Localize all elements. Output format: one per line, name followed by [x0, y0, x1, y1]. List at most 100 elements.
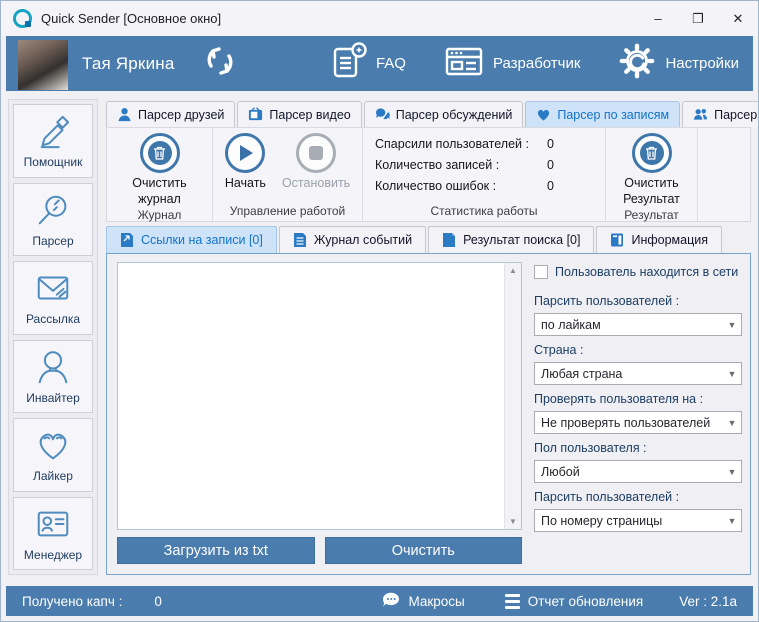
- tab-parser-posts[interactable]: Парсер по записям: [525, 101, 680, 127]
- developer-label: Разработчик: [493, 55, 580, 72]
- minimize-button[interactable]: –: [638, 1, 678, 36]
- tab-label: Парсер по записям: [557, 108, 669, 122]
- title-bar: Quick Sender [Основное окно] – ❐ ✕: [1, 1, 758, 36]
- ribbon-spacer: [698, 128, 750, 221]
- vertical-scrollbar[interactable]: ▲ ▼: [504, 263, 521, 529]
- id-card-icon: [34, 505, 72, 543]
- developer-icon: [444, 43, 484, 84]
- tv-icon: [248, 107, 263, 122]
- macros-button[interactable]: Макросы: [382, 592, 464, 611]
- envelope-icon: [34, 269, 72, 307]
- tab-label: Парсер друзей: [138, 108, 224, 122]
- update-report-button[interactable]: Отчет обновления: [505, 594, 643, 609]
- magnifier-icon: [34, 191, 72, 229]
- stat-label: Количество записей :: [375, 158, 535, 172]
- sidebar-item-label: Инвайтер: [26, 391, 80, 405]
- clear-journal-label: Очистить журнал: [127, 176, 193, 207]
- hamburger-icon: [505, 594, 520, 609]
- sidebar-item-parser[interactable]: Парсер: [13, 183, 93, 257]
- parse-mode-select[interactable]: По номеру страницы ▼: [534, 509, 742, 532]
- heart-icon: [536, 107, 551, 122]
- checkbox-label: Пользователь находится в сети: [555, 265, 738, 279]
- sidebar-item-inviter[interactable]: Инвайтер: [13, 340, 93, 414]
- chevron-down-icon: ▼: [723, 418, 741, 428]
- list-area[interactable]: [118, 263, 504, 529]
- tab-label: Парсер групп: [714, 108, 759, 122]
- country-label: Страна :: [534, 343, 742, 357]
- tab-parser-discussions[interactable]: Парсер обсуждений: [364, 101, 524, 127]
- trash-icon: [640, 141, 664, 165]
- start-label: Начать: [225, 176, 266, 192]
- person-icon: [34, 348, 72, 386]
- tab-search-result[interactable]: Результат поиска [0]: [428, 226, 594, 253]
- status-bar: Получено капч : 0 Макросы Отчет обновлен…: [6, 586, 753, 616]
- window-title: Quick Sender [Основное окно]: [41, 11, 221, 26]
- sidebar-item-manager[interactable]: Менеджер: [13, 497, 93, 571]
- maximize-button[interactable]: ❐: [678, 1, 718, 36]
- checkbox-icon[interactable]: [534, 265, 548, 279]
- close-button[interactable]: ✕: [718, 1, 758, 36]
- tab-information[interactable]: Информация: [596, 226, 722, 253]
- sidebar-item-label: Менеджер: [24, 548, 82, 562]
- scroll-down-icon[interactable]: ▼: [509, 517, 517, 526]
- parse-users-label: Парсить пользователей :: [534, 294, 742, 308]
- tab-parser-groups[interactable]: Парсер групп: [682, 101, 759, 127]
- faq-button[interactable]: FAQ: [331, 42, 406, 85]
- link-note-icon: [120, 232, 134, 248]
- check-user-label: Проверять пользователя на :: [534, 392, 742, 406]
- post-links-listbox[interactable]: ▲ ▼: [117, 262, 522, 530]
- developer-button[interactable]: Разработчик: [444, 43, 580, 84]
- sidebar-item-helper[interactable]: Помощник: [13, 104, 93, 178]
- clear-result-button[interactable]: [632, 133, 672, 173]
- chevron-down-icon: ▼: [723, 320, 741, 330]
- stat-value: 0: [535, 137, 554, 151]
- settings-button[interactable]: Настройки: [618, 42, 739, 85]
- tab-post-links[interactable]: Ссылки на записи [0]: [106, 226, 277, 253]
- sidebar-item-label: Помощник: [24, 155, 83, 169]
- ribbon-group-stats: Спарсили пользователей : 0 Количество за…: [363, 128, 606, 221]
- captcha-value: 0: [154, 594, 162, 609]
- inner-tab-label: Результат поиска [0]: [463, 233, 580, 247]
- ribbon-group-journal: Очистить журнал Журнал: [107, 128, 213, 221]
- stat-label: Количество ошибок :: [375, 179, 535, 193]
- select-value: по лайкам: [541, 318, 723, 332]
- stop-button[interactable]: [296, 133, 336, 173]
- refresh-button[interactable]: [203, 44, 237, 83]
- sidebar-item-mailing[interactable]: Рассылка: [13, 261, 93, 335]
- pencil-icon: [34, 112, 72, 150]
- check-user-select[interactable]: Не проверять пользователей ▼: [534, 411, 742, 434]
- sidebar-item-liker[interactable]: Лайкер: [13, 418, 93, 492]
- avatar[interactable]: [18, 40, 68, 90]
- select-value: По номеру страницы: [541, 514, 723, 528]
- tab-label: Парсер видео: [269, 108, 350, 122]
- country-select[interactable]: Любая страна ▼: [534, 362, 742, 385]
- app-logo-icon: [13, 9, 32, 28]
- group-caption: Результат: [610, 207, 693, 224]
- inner-tab-label: Ссылки на записи [0]: [141, 233, 263, 247]
- update-report-label: Отчет обновления: [528, 594, 643, 609]
- gender-label: Пол пользователя :: [534, 441, 742, 455]
- user-online-checkbox-row[interactable]: Пользователь находится в сети: [534, 265, 742, 279]
- clear-list-button[interactable]: Очистить: [325, 537, 523, 564]
- load-from-txt-button[interactable]: Загрузить из txt: [117, 537, 315, 564]
- journal-icon: [293, 232, 307, 248]
- app-window: Quick Sender [Основное окно] – ❐ ✕ Тая Я…: [0, 0, 759, 622]
- parse-users-select[interactable]: по лайкам ▼: [534, 313, 742, 336]
- select-value: Любой: [541, 465, 723, 479]
- refresh-icon: [203, 44, 237, 83]
- clear-journal-button[interactable]: [140, 133, 180, 173]
- person-icon: [117, 107, 132, 122]
- content-panel: ▲ ▼ Загрузить из txt Очистить Пользов: [106, 253, 751, 575]
- tab-event-log[interactable]: Журнал событий: [279, 226, 426, 253]
- tab-parser-video[interactable]: Парсер видео: [237, 101, 361, 127]
- parser-tab-strip: Парсер друзей Парсер видео Парсер обсужд…: [106, 99, 751, 127]
- scroll-up-icon[interactable]: ▲: [509, 266, 517, 275]
- document-icon: [442, 232, 456, 248]
- sidebar-item-label: Парсер: [32, 234, 73, 248]
- start-button[interactable]: [225, 133, 265, 173]
- tab-parser-friends[interactable]: Парсер друзей: [106, 101, 235, 127]
- tab-label: Парсер обсуждений: [396, 108, 513, 122]
- ribbon-group-control: Начать Остановить Управление работой: [213, 128, 363, 221]
- gender-select[interactable]: Любой ▼: [534, 460, 742, 483]
- chevron-down-icon: ▼: [723, 369, 741, 379]
